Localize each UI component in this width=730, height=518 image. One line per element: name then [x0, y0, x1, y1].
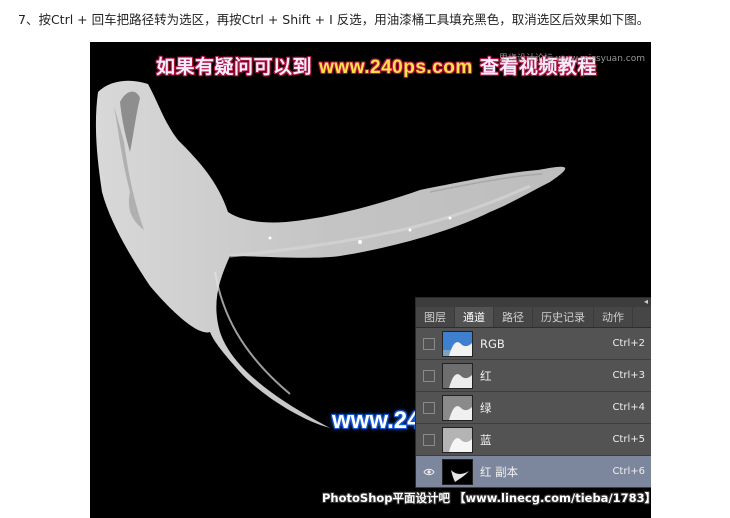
channel-shortcut: Ctrl+5 — [612, 434, 645, 445]
channel-thumbnail-green — [442, 394, 473, 421]
eye-icon[interactable] — [423, 466, 435, 478]
channel-row-green[interactable]: 绿 Ctrl+4 — [416, 392, 651, 424]
channel-shortcut: Ctrl+3 — [612, 370, 645, 381]
bottom-watermark: PhotoShop平面设计吧 【www.linecg.com/tieba/178… — [322, 491, 651, 505]
channel-name: 绿 — [480, 400, 492, 415]
channel-name: RGB — [480, 336, 505, 351]
visibility-toggle[interactable] — [423, 433, 435, 446]
channel-shortcut: Ctrl+6 — [612, 466, 645, 477]
channel-row-red-copy[interactable]: 红 副本 Ctrl+6 — [416, 456, 651, 488]
panel-tabs: 图层 通道 路径 历史记录 动作 — [416, 307, 651, 328]
panel-top-strip: ◂ — [416, 297, 651, 307]
channel-name: 红 — [480, 368, 492, 383]
channel-name: 蓝 — [480, 432, 492, 447]
tab-channels[interactable]: 通道 — [455, 307, 494, 327]
visibility-toggle[interactable] — [423, 337, 435, 350]
tab-actions[interactable]: 动作 — [594, 307, 633, 327]
visibility-toggle[interactable] — [423, 401, 435, 414]
tab-paths[interactable]: 路径 — [494, 307, 533, 327]
channel-thumbnail-red — [442, 362, 473, 389]
corner-watermark: 思缘设计论坛 www.missyuan.com — [499, 54, 645, 64]
channel-thumbnail-rgb — [442, 330, 473, 357]
channel-shortcut: Ctrl+4 — [612, 402, 645, 413]
visibility-toggle[interactable] — [423, 369, 435, 382]
instruction-text: 7、按Ctrl + 回车把路径转为选区，再按Ctrl + Shift + I 反… — [18, 12, 650, 27]
tab-history[interactable]: 历史记录 — [533, 307, 594, 327]
collapse-arrows-icon[interactable]: ◂ — [644, 297, 648, 306]
tab-layers[interactable]: 图层 — [416, 307, 455, 327]
top-watermark-prefix: 如果有疑问可以到 — [156, 56, 313, 78]
top-watermark-url: www.240ps.com — [319, 57, 473, 78]
channel-thumbnail-red-copy — [442, 458, 473, 485]
channel-row-red[interactable]: 红 Ctrl+3 — [416, 360, 651, 392]
channel-row-rgb[interactable]: RGB Ctrl+2 — [416, 328, 651, 360]
channel-name: 红 副本 — [480, 464, 519, 479]
channel-thumbnail-blue — [442, 426, 473, 453]
channel-row-blue[interactable]: 蓝 Ctrl+5 — [416, 424, 651, 456]
channels-panel: ◂ 图层 通道 路径 历史记录 动作 RGB Ctrl+2 红 Ctrl+3 绿… — [415, 297, 651, 488]
channel-shortcut: Ctrl+2 — [612, 338, 645, 349]
